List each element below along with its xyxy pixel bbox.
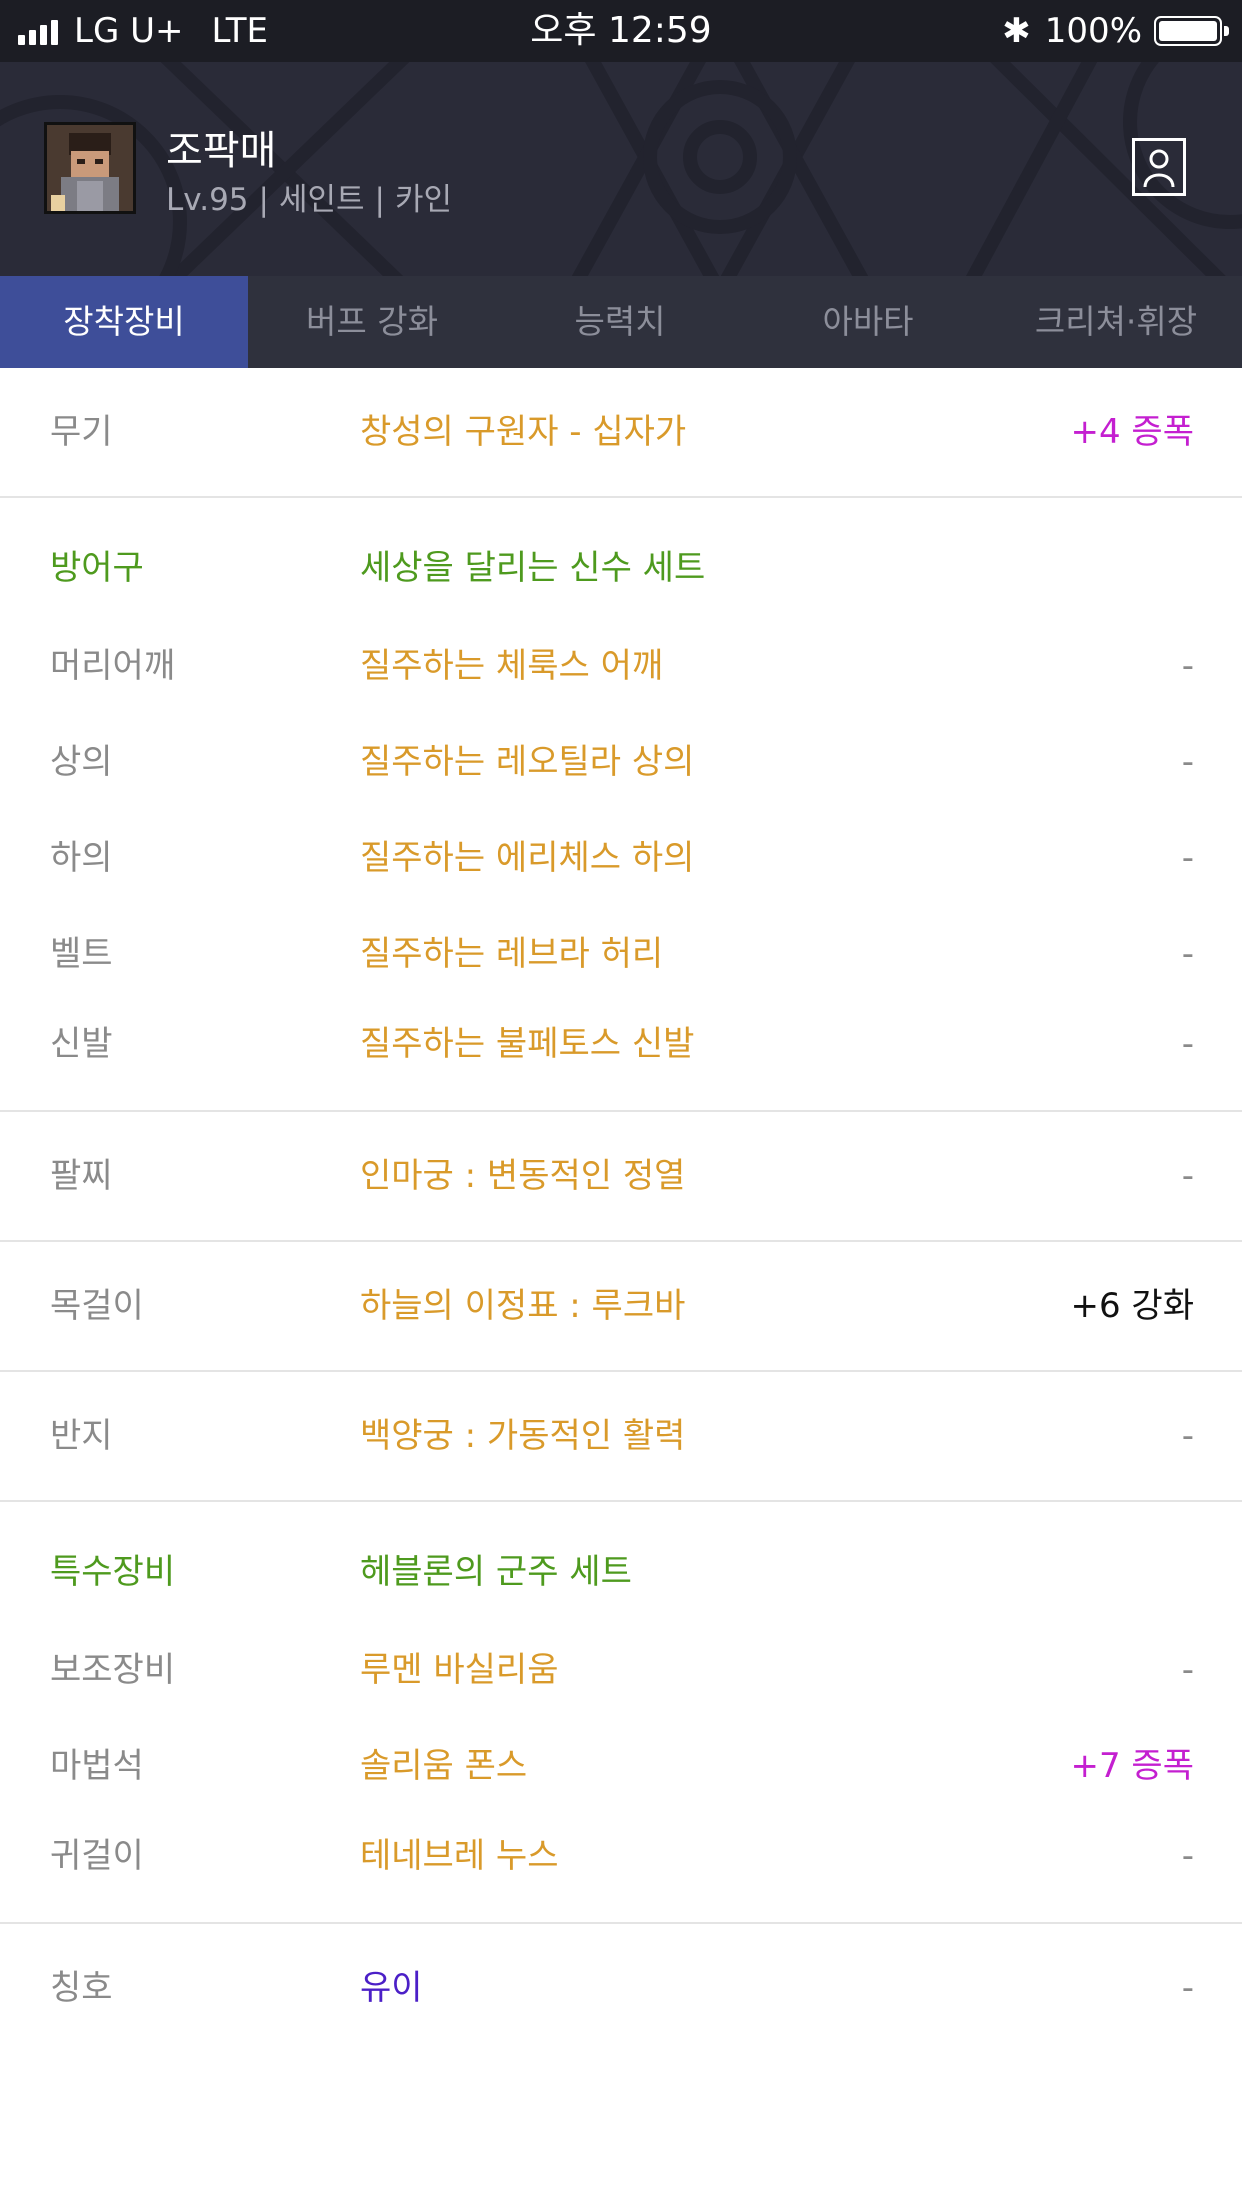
battery-icon (1154, 16, 1229, 46)
item-name: 유이 (360, 1968, 423, 2008)
item-name: 루멘 바실리움 (360, 1650, 559, 1690)
equipment-row-title[interactable]: 칭호 유이 - (0, 1924, 1242, 2052)
equipment-row-belt[interactable]: 벨트 질주하는 레브라 허리 - (0, 906, 1242, 1002)
item-name: 질주하는 체룩스 어깨 (360, 646, 664, 686)
item-name: 하늘의 이정표 : 루크바 (360, 1286, 686, 1326)
profile-card-button[interactable] (1132, 138, 1186, 196)
tab-buff-enhance[interactable]: 버프 강화 (248, 276, 496, 368)
character-name: 조팍매 (166, 128, 277, 174)
enhance-value: - (1181, 1156, 1194, 1196)
slot-label: 머리어깨 (50, 646, 176, 686)
enhance-value: - (1181, 1024, 1194, 1064)
equipment-row-weapon[interactable]: 무기 창성의 구원자 - 십자가 +4 증폭 (0, 368, 1242, 496)
item-name: 테네브레 누스 (360, 1836, 559, 1876)
item-name: 질주하는 불페토스 신발 (360, 1024, 695, 1064)
slot-label: 반지 (50, 1416, 113, 1456)
equipment-row-bottom[interactable]: 하의 질주하는 에리체스 하의 - (0, 810, 1242, 906)
tab-bar: 장착장비 버프 강화 능력치 아바타 크리쳐·휘장 (0, 276, 1242, 368)
item-name: 질주하는 에리체스 하의 (360, 838, 695, 878)
character-job: 카인 (394, 182, 453, 218)
enhance-value: - (1181, 1836, 1194, 1876)
tab-avatar[interactable]: 아바타 (744, 276, 992, 368)
set-name: 세상을 달리는 신수 세트 (360, 548, 706, 588)
bluetooth-icon: ✱ (1002, 11, 1031, 51)
equipment-row-bracelet[interactable]: 팔찌 인마궁 : 변동적인 정열 - (0, 1112, 1242, 1240)
tab-stats[interactable]: 능력치 (496, 276, 744, 368)
enhance-value: - (1181, 934, 1194, 974)
enhance-value: +7 증폭 (1070, 1746, 1195, 1786)
enhance-value: +6 강화 (1070, 1286, 1195, 1326)
slot-label: 귀걸이 (50, 1836, 144, 1876)
special-set-header[interactable]: 특수장비 헤블론의 군주 세트 (0, 1502, 1242, 1622)
equipment-row-shoes[interactable]: 신발 질주하는 불페토스 신발 - (0, 1002, 1242, 1110)
slot-label: 칭호 (50, 1968, 113, 2008)
slot-label: 벨트 (50, 934, 113, 974)
slot-label: 보조장비 (50, 1650, 176, 1690)
item-name: 질주하는 레브라 허리 (360, 934, 664, 974)
equipment-row-earring[interactable]: 귀걸이 테네브레 누스 - (0, 1814, 1242, 1922)
equipment-row-top[interactable]: 상의 질주하는 레오틸라 상의 - (0, 714, 1242, 810)
slot-label: 무기 (50, 412, 113, 452)
slot-label: 방어구 (50, 548, 144, 588)
person-card-icon (1143, 149, 1175, 188)
character-header: 조팍매 Lv.95 | 세인트 | 카인 (0, 62, 1242, 276)
battery-percent: 100% (1044, 11, 1142, 51)
set-name: 헤블론의 군주 세트 (360, 1552, 632, 1592)
tab-equipment[interactable]: 장착장비 (0, 276, 248, 368)
item-name: 백양궁 : 가동적인 활력 (360, 1416, 686, 1456)
item-name: 인마궁 : 변동적인 정열 (360, 1156, 686, 1196)
status-bar: LG U+ LTE 오후 12:59 ✱ 100% (0, 0, 1242, 62)
equipment-row-sub-weapon[interactable]: 보조장비 루멘 바실리움 - (0, 1622, 1242, 1718)
slot-label: 마법석 (50, 1746, 144, 1786)
tab-creature-emblem[interactable]: 크리쳐·휘장 (992, 276, 1240, 368)
enhance-value: - (1181, 646, 1194, 686)
enhance-value: - (1181, 742, 1194, 782)
equipment-row-necklace[interactable]: 목걸이 하늘의 이정표 : 루크바 +6 강화 (0, 1242, 1242, 1370)
slot-label: 특수장비 (50, 1552, 176, 1592)
item-name: 창성의 구원자 - 십자가 (360, 412, 687, 452)
equipment-row-magic-stone[interactable]: 마법석 솔리움 폰스 +7 증폭 (0, 1718, 1242, 1814)
enhance-value: - (1181, 1416, 1194, 1456)
armor-set-header[interactable]: 방어구 세상을 달리는 신수 세트 (0, 498, 1242, 618)
enhance-value: +4 증폭 (1070, 412, 1195, 452)
enhance-value: - (1181, 838, 1194, 878)
slot-label: 팔찌 (50, 1156, 113, 1196)
character-level: Lv.95 (166, 182, 249, 218)
equipment-list: 무기 창성의 구원자 - 십자가 +4 증폭 방어구 세상을 달리는 신수 세트… (0, 368, 1242, 2052)
enhance-value: - (1181, 1650, 1194, 1690)
character-server: 세인트 (278, 182, 365, 218)
slot-label: 하의 (50, 838, 113, 878)
character-avatar[interactable] (44, 122, 136, 214)
slot-label: 목걸이 (50, 1286, 144, 1326)
item-name: 솔리움 폰스 (360, 1746, 528, 1786)
slot-label: 상의 (50, 742, 113, 782)
character-info: Lv.95 | 세인트 | 카인 (166, 182, 453, 218)
slot-label: 신발 (50, 1024, 113, 1064)
item-name: 질주하는 레오틸라 상의 (360, 742, 695, 782)
equipment-row-ring[interactable]: 반지 백양궁 : 가동적인 활력 - (0, 1372, 1242, 1500)
equipment-row-shoulder[interactable]: 머리어깨 질주하는 체룩스 어깨 - (0, 618, 1242, 714)
enhance-value: - (1181, 1968, 1194, 2008)
